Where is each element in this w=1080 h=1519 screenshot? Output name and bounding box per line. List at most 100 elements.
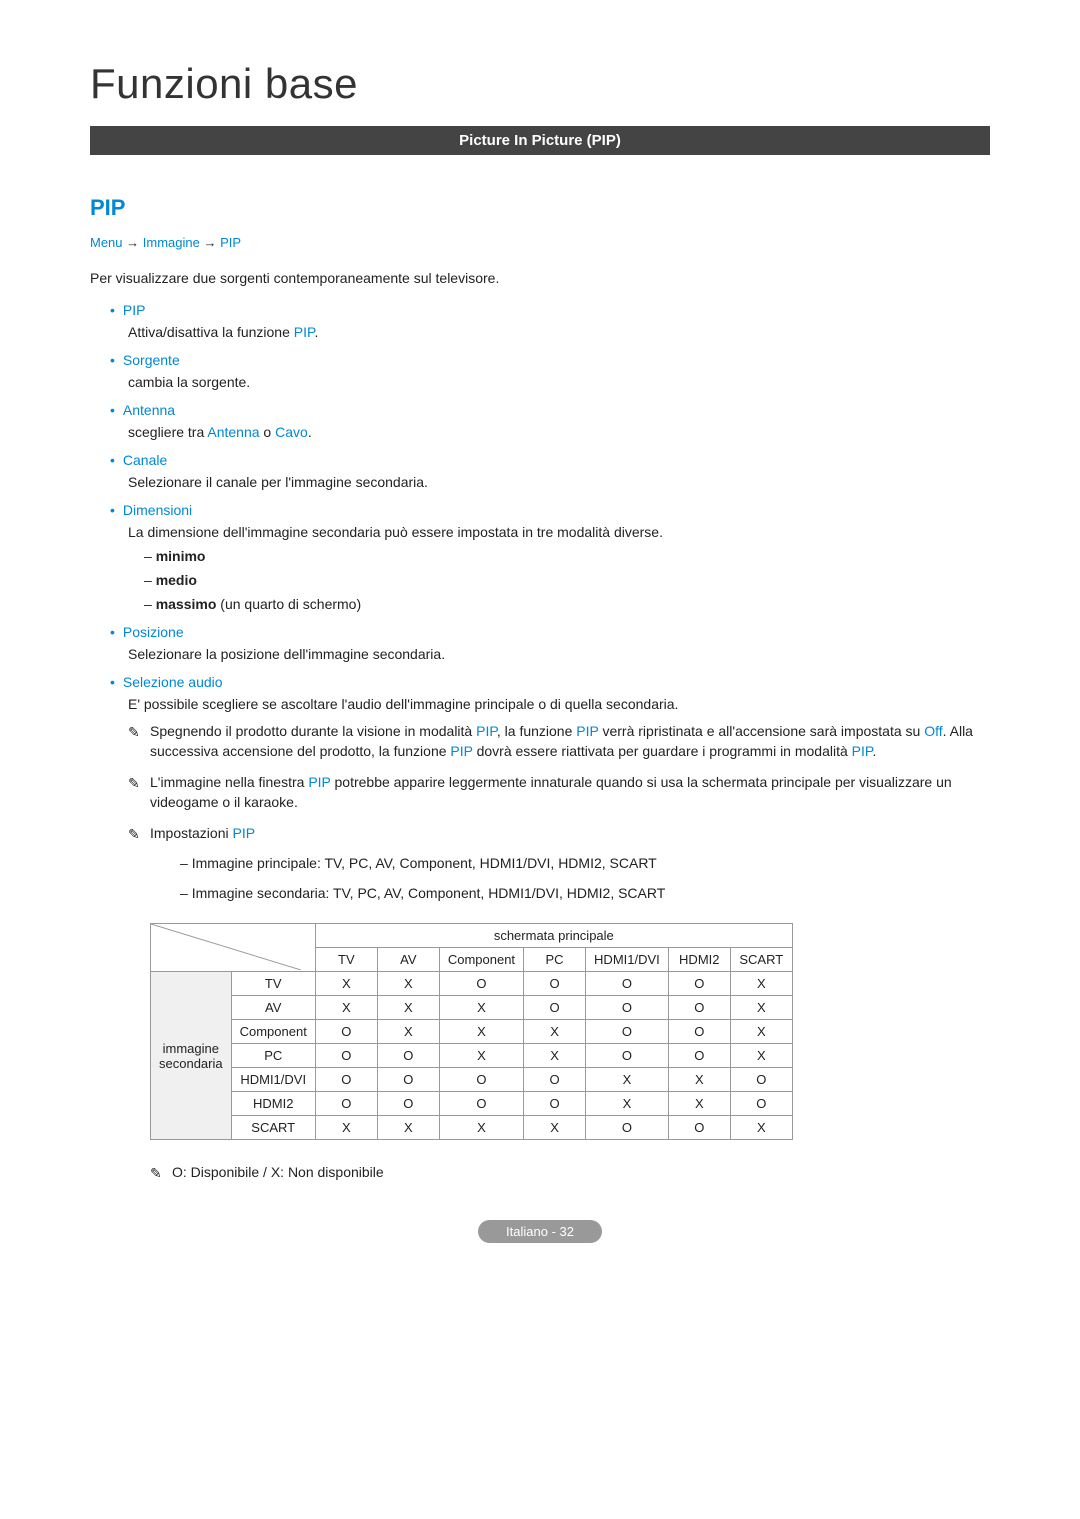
note-list: ✎Spegnendo il prodotto durante la vision… bbox=[128, 722, 990, 812]
table-cell: O bbox=[586, 996, 669, 1020]
table-cell: O bbox=[586, 1020, 669, 1044]
option-desc: Attiva/disattiva la funzione PIP. bbox=[128, 324, 990, 340]
settings-sub-item: Immagine principale: TV, PC, AV, Compone… bbox=[180, 854, 990, 874]
arrow-icon: → bbox=[126, 235, 139, 250]
table-cell: O bbox=[586, 972, 669, 996]
option-desc: Selezionare il canale per l'immagine sec… bbox=[128, 474, 990, 490]
options-list: • PIP Attiva/disattiva la funzione PIP. •So… bbox=[90, 302, 990, 903]
table-col-header: SCART bbox=[730, 948, 792, 972]
note-icon: ✎ bbox=[128, 723, 140, 743]
table-cell: O bbox=[730, 1068, 792, 1092]
table-col-header: AV bbox=[377, 948, 439, 972]
sub-item: medio bbox=[144, 572, 990, 588]
bullet-icon: • bbox=[110, 625, 115, 639]
table-cell: X bbox=[524, 1044, 586, 1068]
settings-note: ✎Impostazioni PIPImmagine principale: TV… bbox=[128, 824, 990, 903]
table-row-header: AV bbox=[231, 996, 315, 1020]
note-icon: ✎ bbox=[128, 774, 140, 794]
option-item: •Selezione audioE' possibile scegliere s… bbox=[110, 674, 990, 903]
table-cell: X bbox=[730, 1044, 792, 1068]
table-cell: X bbox=[730, 996, 792, 1020]
table-cell: O bbox=[315, 1044, 377, 1068]
table-cell: X bbox=[377, 1020, 439, 1044]
table-cell: X bbox=[586, 1092, 669, 1116]
table-cell: X bbox=[439, 1044, 523, 1068]
option-label: Posizione bbox=[123, 624, 184, 640]
table-cell: X bbox=[668, 1092, 730, 1116]
table-cell: X bbox=[586, 1068, 669, 1092]
sub-list: minimomediomassimo (un quarto di schermo… bbox=[144, 548, 990, 612]
table-legend: ✎ O: Disponibile / X: Non disponibile bbox=[150, 1164, 990, 1180]
page-number: Italiano - 32 bbox=[478, 1220, 602, 1243]
option-desc: La dimensione dell'immagine secondaria p… bbox=[128, 524, 990, 540]
table-cell: X bbox=[377, 996, 439, 1020]
table-cell: O bbox=[439, 972, 523, 996]
note-item: ✎Spegnendo il prodotto durante la vision… bbox=[128, 722, 990, 761]
settings-sub-item: Immagine secondaria: TV, PC, AV, Compone… bbox=[180, 884, 990, 904]
bullet-icon: • bbox=[110, 403, 115, 417]
note-icon: ✎ bbox=[128, 825, 140, 845]
table-cell: O bbox=[668, 996, 730, 1020]
page-title: Funzioni base bbox=[90, 60, 990, 108]
table-col-header: Component bbox=[439, 948, 523, 972]
table-cell: O bbox=[315, 1068, 377, 1092]
bullet-icon: • bbox=[110, 453, 115, 467]
table-cell: X bbox=[730, 972, 792, 996]
option-label: PIP bbox=[123, 302, 146, 318]
table-row: AVXXXOOOX bbox=[151, 996, 793, 1020]
table-main-label: schermata principale bbox=[315, 924, 792, 948]
option-label: Antenna bbox=[123, 402, 175, 418]
option-item: •PosizioneSelezionare la posizione dell'… bbox=[110, 624, 990, 662]
table-cell: X bbox=[439, 1020, 523, 1044]
table-cell: O bbox=[377, 1092, 439, 1116]
table-row: SCARTXXXXOOX bbox=[151, 1116, 793, 1140]
table-row-header: HDMI2 bbox=[231, 1092, 315, 1116]
settings-note-item: ✎Impostazioni PIPImmagine principale: TV… bbox=[128, 824, 990, 903]
intro-text: Per visualizzare due sorgenti contempora… bbox=[90, 270, 990, 286]
option-item: •Sorgentecambia la sorgente. bbox=[110, 352, 990, 390]
compatibility-table: schermata principale TVAVComponentPCHDMI… bbox=[150, 923, 793, 1140]
table-row: HDMI2OOOOXXO bbox=[151, 1092, 793, 1116]
bullet-icon: • bbox=[110, 503, 115, 517]
table-cell: O bbox=[377, 1068, 439, 1092]
table-cell: O bbox=[439, 1092, 523, 1116]
table-cell: X bbox=[439, 996, 523, 1020]
table-col-header: HDMI1/DVI bbox=[586, 948, 669, 972]
option-item: •CanaleSelezionare il canale per l'immag… bbox=[110, 452, 990, 490]
section-bar: Picture In Picture (PIP) bbox=[90, 126, 990, 155]
note-item: ✎L'immagine nella finestra PIP potrebbe … bbox=[128, 773, 990, 812]
table-cell: O bbox=[668, 1116, 730, 1140]
option-desc: cambia la sorgente. bbox=[128, 374, 990, 390]
breadcrumb-immagine: Immagine bbox=[143, 235, 200, 250]
option-item: • Dimensioni La dimensione dell'immagine s… bbox=[110, 502, 990, 612]
table-row: HDMI1/DVIOOOOXXO bbox=[151, 1068, 793, 1092]
option-label: Selezione audio bbox=[123, 674, 223, 690]
bullet-icon: • bbox=[110, 675, 115, 689]
table-cell: X bbox=[730, 1020, 792, 1044]
pip-heading: PIP bbox=[90, 195, 990, 221]
table-cell: O bbox=[668, 1020, 730, 1044]
table-cell: X bbox=[315, 972, 377, 996]
table-cell: O bbox=[315, 1092, 377, 1116]
table-col-header: TV bbox=[315, 948, 377, 972]
sub-item: minimo bbox=[144, 548, 990, 564]
option-label: Dimensioni bbox=[123, 502, 192, 518]
table-cell: O bbox=[315, 1020, 377, 1044]
table-cell: O bbox=[524, 1092, 586, 1116]
option-desc: scegliere tra Antenna o Cavo. bbox=[128, 424, 990, 440]
table-cell: X bbox=[524, 1020, 586, 1044]
table-cell: O bbox=[524, 1068, 586, 1092]
breadcrumb-pip: PIP bbox=[220, 235, 241, 250]
table-cell: X bbox=[668, 1068, 730, 1092]
table-cell: O bbox=[586, 1116, 669, 1140]
table-secondary-label: immagine secondaria bbox=[151, 972, 232, 1140]
table-cell: O bbox=[524, 996, 586, 1020]
arrow-icon: → bbox=[203, 235, 216, 250]
table-row-header: SCART bbox=[231, 1116, 315, 1140]
table-row-header: PC bbox=[231, 1044, 315, 1068]
table-row: PCOOXXOOX bbox=[151, 1044, 793, 1068]
table-cell: X bbox=[439, 1116, 523, 1140]
table-cell: O bbox=[377, 1044, 439, 1068]
table-row-header: TV bbox=[231, 972, 315, 996]
table-row: ComponentOXXXOOX bbox=[151, 1020, 793, 1044]
